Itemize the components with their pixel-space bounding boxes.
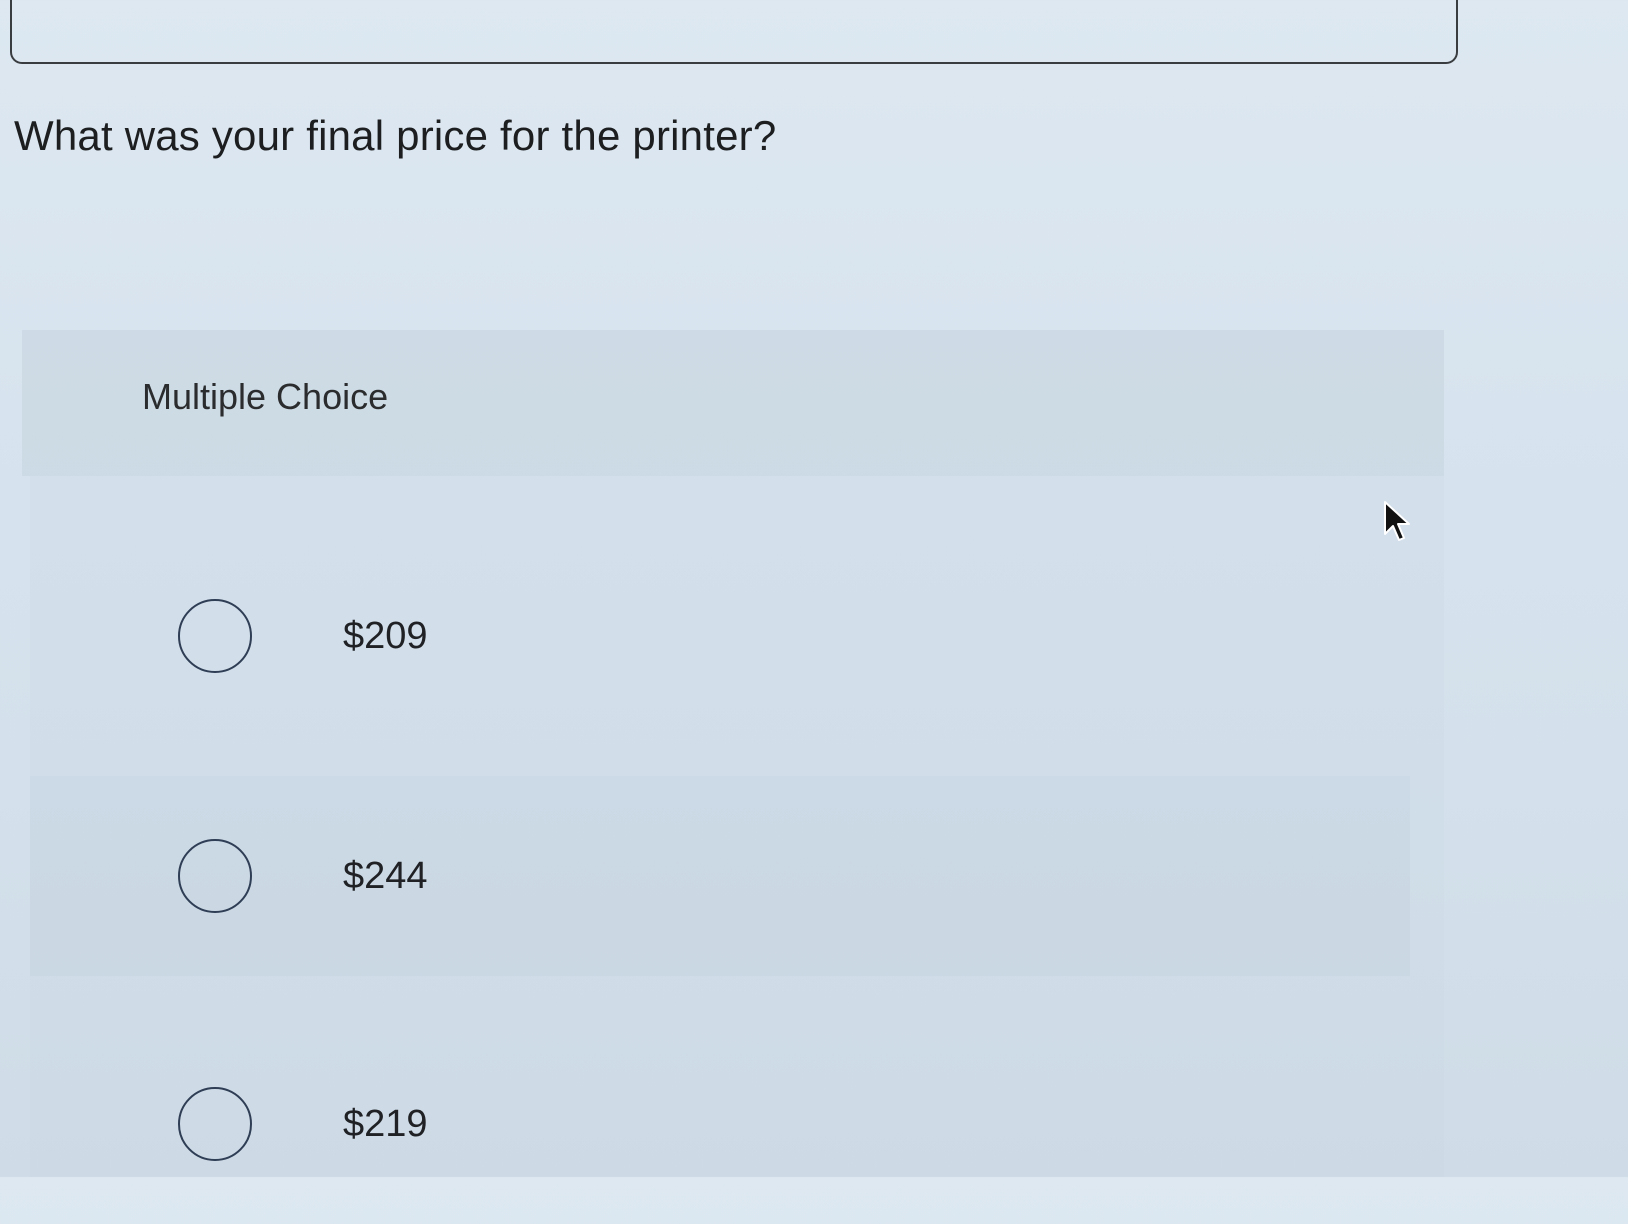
mouse-pointer-icon: [1384, 501, 1410, 541]
option-209[interactable]: $209: [30, 536, 1410, 736]
option-label-209[interactable]: $209: [343, 615, 428, 658]
question-text: What was your final price for the printe…: [14, 112, 777, 159]
option-244[interactable]: $244: [30, 776, 1410, 976]
options-panel: $209 $244 $219: [30, 476, 1444, 1177]
option-219[interactable]: $219: [30, 1024, 1410, 1224]
multiple-choice-header: Multiple Choice: [22, 330, 1444, 476]
radio-button-219[interactable]: [178, 1087, 252, 1161]
option-label-219[interactable]: $219: [343, 1103, 428, 1146]
previous-answer-box: [10, 0, 1458, 64]
radio-button-244[interactable]: [178, 839, 252, 913]
option-label-244[interactable]: $244: [343, 855, 428, 898]
radio-button-209[interactable]: [178, 599, 252, 673]
multiple-choice-label: Multiple Choice: [142, 376, 389, 417]
